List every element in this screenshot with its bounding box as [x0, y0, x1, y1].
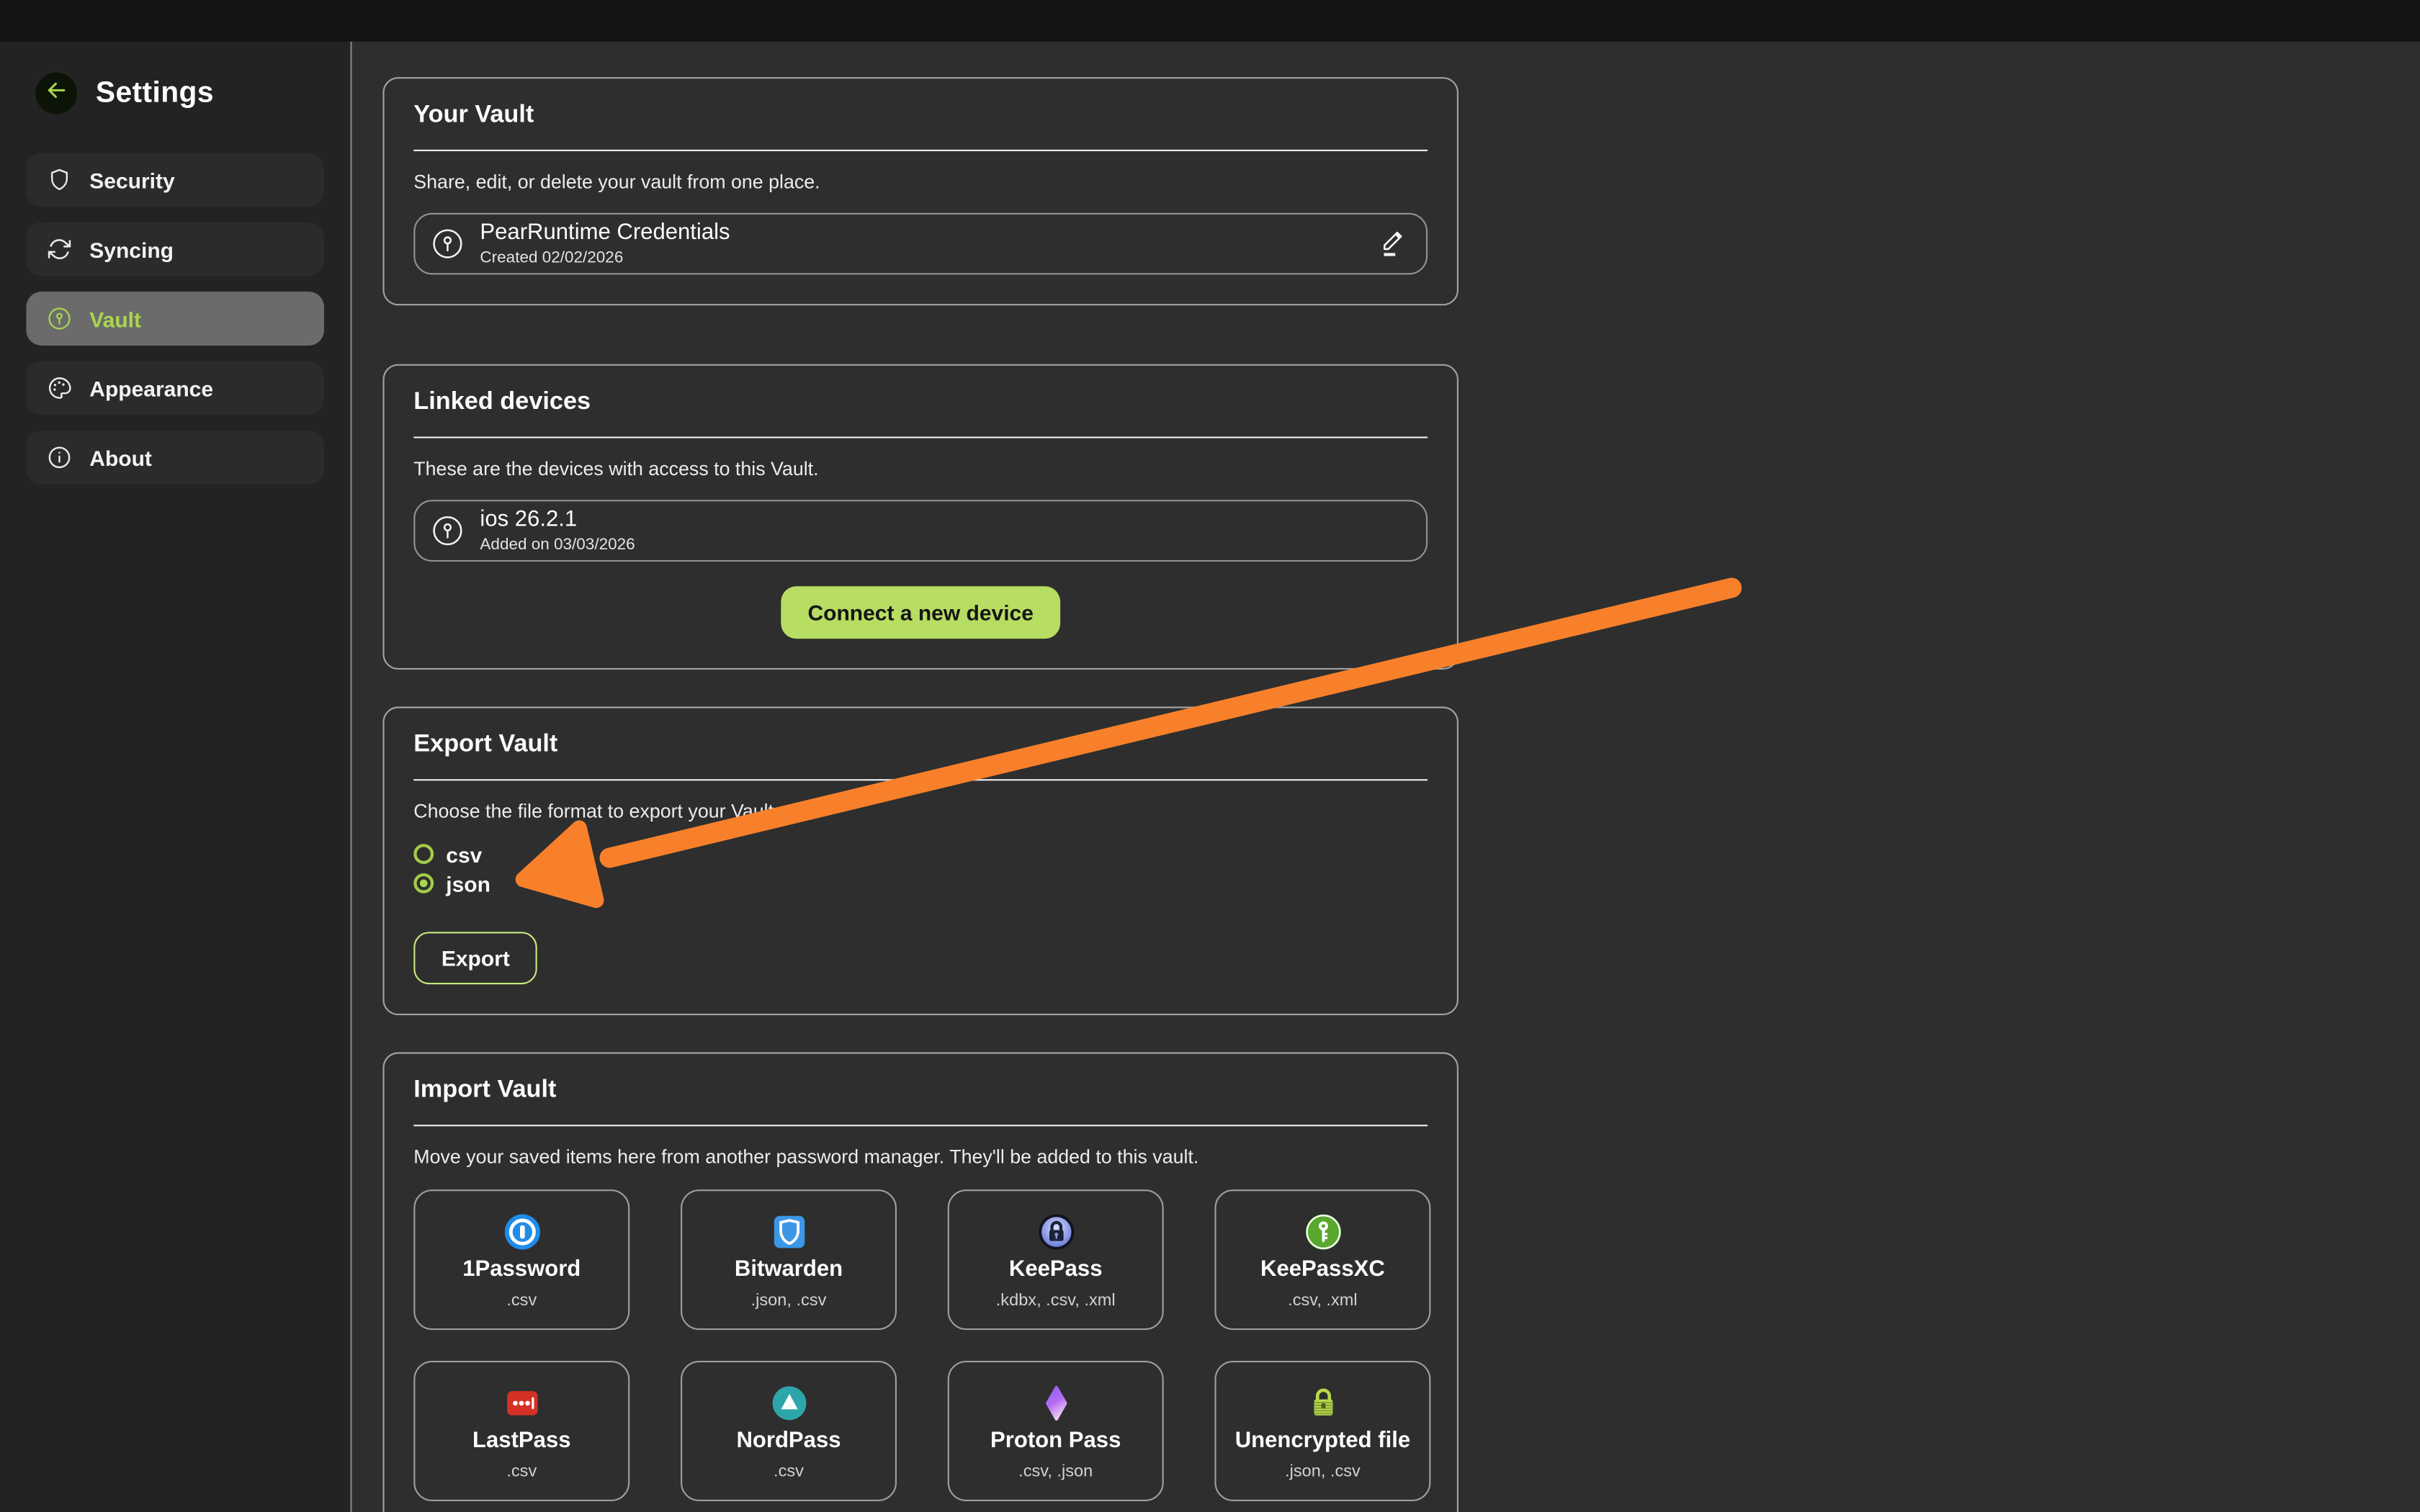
import-tile-1password[interactable]: 1Password .csv [413, 1189, 629, 1330]
device-added-date: Added on 03/03/2026 [480, 536, 1406, 553]
page-title: Settings [96, 76, 214, 110]
radio-option-json[interactable]: json [413, 868, 1428, 898]
nordpass-icon [769, 1384, 808, 1423]
linked-devices-card: Linked devices These are the devices wit… [382, 364, 1458, 670]
provider-formats: .csv [506, 1462, 537, 1481]
sidebar-item-label: About [89, 445, 152, 469]
lastpass-icon [503, 1384, 542, 1423]
settings-content: Your Vault Share, edit, or delete your v… [354, 42, 2420, 1512]
arrow-left-icon [43, 76, 69, 110]
sidebar-item-label: Appearance [89, 376, 213, 400]
import-tile-unencrypted-file[interactable]: Unencrypted file .json, .csv [1214, 1361, 1430, 1501]
settings-page: Settings Security Syncing Vault Appearan [0, 0, 2420, 1512]
provider-name: Proton Pass [990, 1428, 1121, 1453]
provider-formats: .csv [506, 1292, 537, 1310]
radio-label: json [446, 871, 490, 896]
export-format-group: csv json [413, 840, 1428, 898]
sidebar-item-security[interactable]: Security [26, 153, 324, 207]
provider-formats: .csv, .xml [1288, 1292, 1357, 1310]
card-description: These are the devices with access to thi… [413, 458, 1428, 480]
sidebar-item-appearance[interactable]: Appearance [26, 361, 324, 415]
provider-formats: .csv, .json [1018, 1462, 1093, 1481]
onepassword-icon [503, 1212, 542, 1251]
provider-name: KeePassXC [1260, 1257, 1385, 1282]
import-tile-nordpass[interactable]: NordPass .csv [681, 1361, 897, 1501]
card-title: Linked devices [413, 389, 1428, 417]
import-tile-bitwarden[interactable]: Bitwarden .json, .csv [681, 1189, 897, 1330]
key-icon [431, 514, 465, 548]
connect-new-device-button[interactable]: Connect a new device [781, 586, 1059, 639]
card-description: Choose the file format to export your Va… [413, 801, 1428, 822]
shield-icon [45, 166, 73, 194]
sidebar-item-about[interactable]: About [26, 431, 324, 485]
keepass-icon [1036, 1212, 1075, 1251]
device-info: ios 26.2.1 Added on 03/03/2026 [480, 509, 1406, 552]
export-button[interactable]: Export [413, 932, 537, 984]
import-tile-protonpass[interactable]: Proton Pass .csv, .json [948, 1361, 1164, 1501]
card-title: Your Vault [413, 102, 1428, 130]
provider-formats: .kdbx, .csv, .xml [996, 1292, 1116, 1310]
bitwarden-icon [769, 1212, 808, 1251]
vault-info: PearRuntime Credentials Created 02/02/20… [480, 222, 1378, 266]
provider-name: KeePass [1009, 1257, 1103, 1282]
radio-option-csv[interactable]: csv [413, 840, 1428, 869]
edit-icon[interactable] [1379, 228, 1407, 259]
your-vault-card: Your Vault Share, edit, or delete your v… [382, 77, 1458, 305]
device-name: ios 26.2.1 [480, 509, 1406, 531]
import-tile-keepassxc[interactable]: KeePassXC .csv, .xml [1214, 1189, 1430, 1330]
radio-csv-unchecked[interactable] [413, 844, 434, 864]
vault-row[interactable]: PearRuntime Credentials Created 02/02/20… [413, 213, 1428, 275]
card-description: Share, edit, or delete your vault from o… [413, 171, 1428, 193]
window-topbar [0, 0, 2420, 42]
import-vault-card: Import Vault Move your saved items here … [382, 1052, 1458, 1512]
sidebar-item-label: Security [89, 168, 174, 192]
provider-name: NordPass [736, 1428, 841, 1453]
info-icon [45, 444, 73, 472]
palette-icon [45, 374, 73, 402]
divider [413, 779, 1428, 780]
sidebar-item-label: Syncing [89, 237, 174, 261]
import-provider-grid: 1Password .csv Bitwarden .json, .csv Kee… [413, 1189, 1428, 1501]
sync-icon [45, 235, 73, 264]
settings-sidebar: Settings Security Syncing Vault Appearan [0, 42, 352, 1512]
radio-label: csv [446, 842, 482, 866]
card-title: Export Vault [413, 732, 1428, 760]
key-icon [45, 305, 73, 333]
import-tile-keepass[interactable]: KeePass .kdbx, .csv, .xml [948, 1189, 1164, 1330]
divider [413, 150, 1428, 151]
card-title: Import Vault [413, 1077, 1428, 1105]
provider-formats: .json, .csv [1285, 1462, 1361, 1481]
provider-name: 1Password [462, 1257, 581, 1282]
vault-name: PearRuntime Credentials [480, 222, 1378, 245]
divider [413, 436, 1428, 438]
back-button[interactable] [35, 73, 77, 114]
unencrypted-file-icon [1304, 1384, 1343, 1423]
sidebar-item-vault[interactable]: Vault [26, 292, 324, 346]
provider-formats: .csv [774, 1462, 804, 1481]
card-description: Move your saved items here from another … [413, 1146, 1428, 1168]
provider-name: LastPass [472, 1428, 570, 1453]
device-row[interactable]: ios 26.2.1 Added on 03/03/2026 [413, 500, 1428, 562]
import-tile-lastpass[interactable]: LastPass .csv [413, 1361, 629, 1501]
provider-name: Bitwarden [735, 1257, 843, 1282]
provider-formats: .json, .csv [751, 1292, 827, 1310]
export-vault-card: Export Vault Choose the file format to e… [382, 706, 1458, 1015]
radio-json-checked[interactable] [413, 873, 434, 894]
protonpass-icon [1036, 1384, 1075, 1423]
key-icon [431, 227, 465, 261]
sidebar-item-label: Vault [89, 306, 141, 330]
divider [413, 1125, 1428, 1126]
sidebar-item-syncing[interactable]: Syncing [26, 222, 324, 276]
keepassxc-icon [1304, 1212, 1343, 1251]
provider-name: Unencrypted file [1235, 1428, 1410, 1453]
vault-created-date: Created 02/02/2026 [480, 249, 1378, 266]
sidebar-header: Settings [35, 73, 324, 114]
